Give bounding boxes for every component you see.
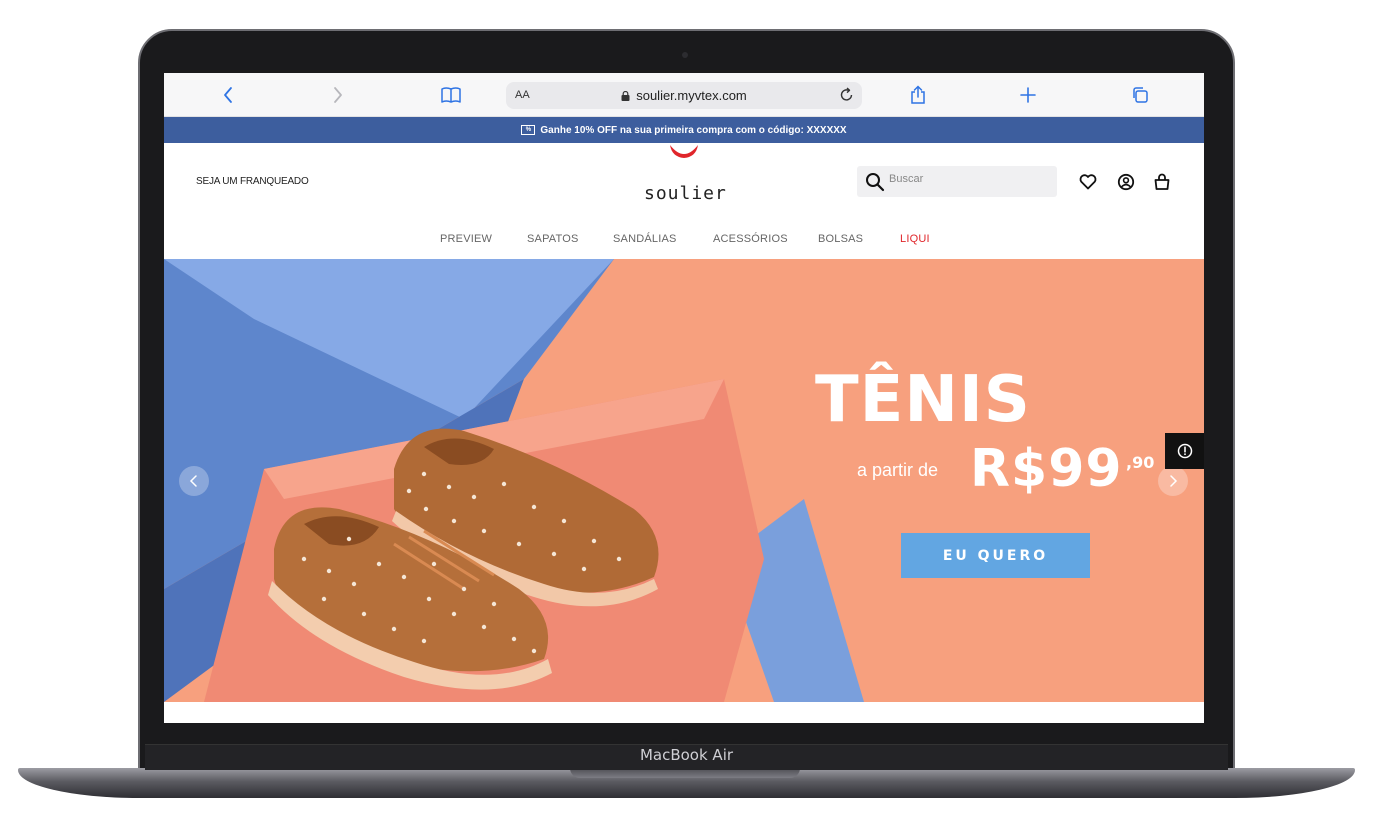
nav-item-liqui[interactable]: LIQUI [900, 233, 930, 245]
logo-lips-icon[interactable] [666, 143, 702, 159]
address-bar[interactable]: AA soulier.myvtex.com [506, 82, 862, 109]
shopping-bag-icon[interactable] [1152, 172, 1172, 192]
url-display: soulier.myvtex.com [506, 88, 862, 103]
nav-item-sandalias[interactable]: SANDÁLIAS [613, 233, 677, 245]
search-icon[interactable] [865, 172, 885, 192]
camera-icon [682, 52, 688, 58]
nav-item-preview[interactable]: PREVIEW [440, 233, 492, 245]
hero-price: R$99 [970, 439, 1123, 499]
wishlist-heart-icon[interactable] [1078, 172, 1098, 192]
forward-icon[interactable] [324, 81, 352, 109]
hero-banner[interactable]: TÊNIS a partir de R$99 ,90 EU QUERO [164, 259, 1204, 702]
search-input[interactable] [889, 173, 1049, 185]
bookmarks-icon[interactable] [437, 81, 465, 109]
search-box [857, 166, 1057, 197]
promo-text: Ganhe 10% OFF na sua primeira compra com… [540, 124, 847, 136]
browser-toolbar: AA soulier.myvtex.com [164, 73, 1204, 117]
cta-button[interactable]: EU QUERO [901, 533, 1090, 578]
feedback-alert-icon[interactable] [1165, 433, 1204, 469]
nav-item-bolsas[interactable]: BOLSAS [818, 233, 863, 245]
url-text: soulier.myvtex.com [636, 88, 747, 103]
carousel-prev-icon[interactable] [179, 466, 209, 496]
franchise-link[interactable]: SEJA UM FRANQUEADO [196, 176, 309, 187]
promo-bar: % Ganhe 10% OFF na sua primeira compra c… [164, 117, 1204, 143]
nav-item-acessorios[interactable]: ACESSÓRIOS [713, 233, 788, 245]
tabs-overview-icon[interactable] [1126, 81, 1154, 109]
carousel-next-icon[interactable] [1158, 466, 1188, 496]
logo[interactable]: soulier [644, 183, 727, 204]
screen: AA soulier.myvtex.com % Ganhe 10% OFF na… [164, 73, 1204, 723]
share-icon[interactable] [904, 81, 932, 109]
device-label: MacBook Air [639, 746, 734, 764]
discount-icon: % [521, 125, 536, 135]
back-icon[interactable] [214, 81, 242, 109]
hero-title: TÊNIS [815, 363, 1031, 437]
hero-from-text: a partir de [857, 460, 939, 480]
lock-icon [621, 91, 630, 101]
account-icon[interactable] [1116, 172, 1136, 192]
nav-item-sapatos[interactable]: SAPATOS [527, 233, 579, 245]
main-nav: PREVIEW SAPATOS SANDÁLIAS ACESSÓRIOS BOL… [164, 233, 1204, 249]
reload-icon[interactable] [839, 86, 855, 109]
hero-price-cents: ,90 [1126, 453, 1155, 472]
new-tab-icon[interactable] [1014, 81, 1042, 109]
